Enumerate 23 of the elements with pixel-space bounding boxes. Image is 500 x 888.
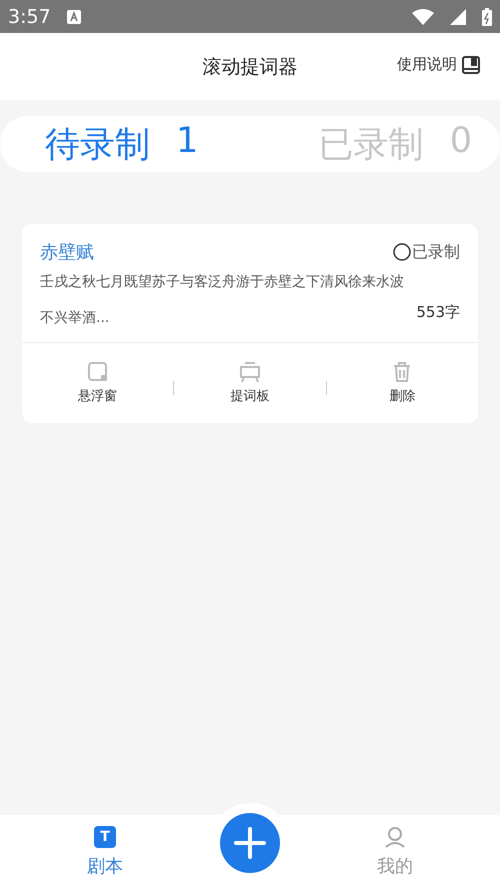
delete-button[interactable]: 删除 xyxy=(326,361,478,405)
recorded-checkbox[interactable]: 已录制 xyxy=(393,242,460,262)
float-button[interactable]: 悬浮窗 xyxy=(22,361,174,405)
help-link[interactable]: 使用说明 xyxy=(397,55,480,74)
word-count: 553字 xyxy=(416,303,460,322)
wifi-icon xyxy=(412,8,434,24)
person-icon xyxy=(384,826,406,848)
status-time: 3:57 xyxy=(8,6,51,28)
plus-icon xyxy=(234,827,266,859)
notification-icon xyxy=(66,10,81,24)
nav-tab[interactable]: T 剧本 xyxy=(0,826,210,878)
script-preview: 壬戌之秋七月既望苏子与客泛舟游于赤壁之下清风徐来水波不兴举酒... xyxy=(40,273,405,328)
board-button[interactable]: 提词板 xyxy=(174,361,326,405)
script-title: 赤壁赋 xyxy=(40,241,94,264)
battery-icon xyxy=(482,8,492,26)
signal-icon xyxy=(450,8,466,24)
book-icon xyxy=(462,56,480,74)
trash-icon xyxy=(392,361,412,383)
script-icon: T xyxy=(94,826,116,848)
tab[interactable]: 待录制 1 xyxy=(45,120,198,168)
easel-icon xyxy=(238,361,262,383)
app-title: 滚动提词器 xyxy=(202,54,298,80)
window-icon xyxy=(86,361,109,383)
